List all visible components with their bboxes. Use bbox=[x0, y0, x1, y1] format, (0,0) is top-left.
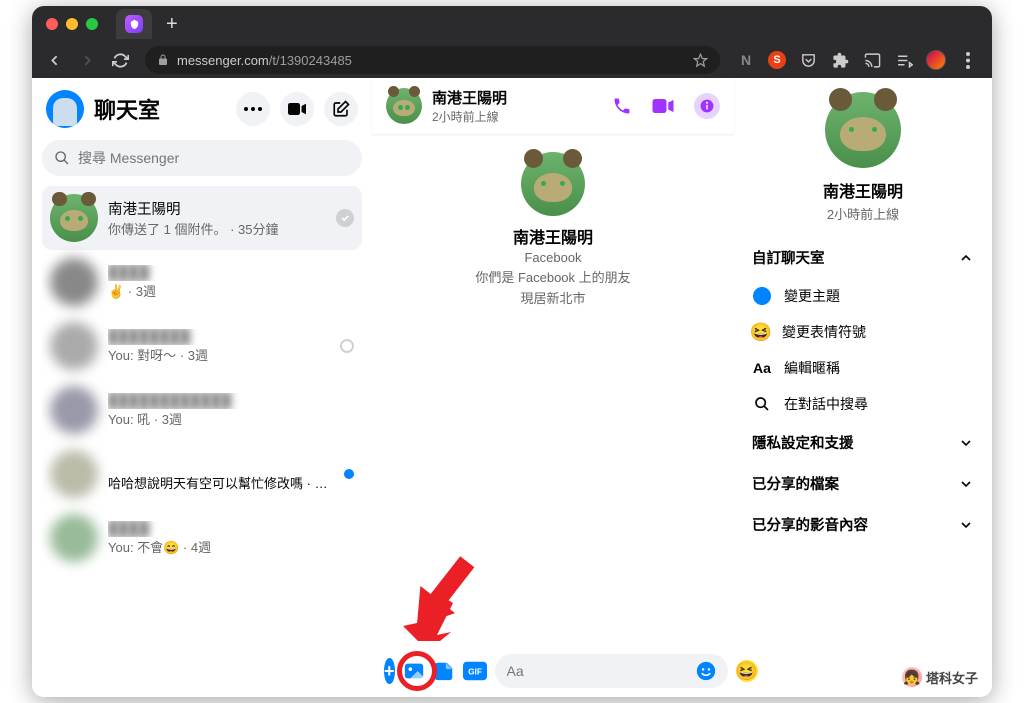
chat-name: ████████ bbox=[108, 329, 330, 345]
conversation-body: 南港王陽明 Facebook 你們是 Facebook 上的朋友 現居新北市 bbox=[372, 134, 734, 645]
chat-avatar bbox=[50, 322, 98, 370]
compose-button[interactable] bbox=[324, 92, 358, 126]
gif-icon[interactable]: GIF bbox=[463, 661, 487, 681]
sent-icon bbox=[340, 339, 354, 353]
cast-icon[interactable] bbox=[862, 50, 882, 70]
image-icon[interactable] bbox=[403, 660, 425, 682]
theme-icon bbox=[753, 287, 771, 305]
back-button[interactable] bbox=[46, 52, 63, 69]
chat-name: ████ bbox=[108, 521, 354, 537]
unread-dot bbox=[344, 469, 354, 479]
watermark: 👧 塔科女子 bbox=[902, 667, 978, 687]
sidebar-title: 聊天室 bbox=[94, 93, 226, 125]
chat-avatar bbox=[50, 514, 98, 562]
chat-name: ████████████ bbox=[108, 393, 354, 409]
message-input[interactable] bbox=[507, 663, 688, 679]
chat-list: 南港王陽明 你傳送了 1 個附件。 · 35分鐘 ████ ✌️ · 3週 █ bbox=[42, 186, 362, 689]
chat-preview: 哈哈想說明天有空可以幫忙修改嗎 · 4週 bbox=[108, 473, 334, 492]
details-avatar[interactable] bbox=[825, 92, 901, 168]
section-customize[interactable]: 自訂聊天室 bbox=[744, 237, 982, 278]
composer: + GIF bbox=[372, 645, 734, 697]
extensions-icon[interactable] bbox=[830, 50, 850, 70]
window-minimize[interactable] bbox=[66, 18, 78, 30]
section-files[interactable]: 已分享的檔案 bbox=[744, 463, 982, 504]
chat-name: 南港王陽明 bbox=[108, 198, 326, 219]
sidebar: 聊天室 南港王陽明 你傳送了 1 個附件。 · 35分鐘 bbox=[32, 78, 372, 697]
chat-item[interactable]: 南港王陽明 你傳送了 1 個附件。 · 35分鐘 bbox=[42, 186, 362, 250]
window-maximize[interactable] bbox=[86, 18, 98, 30]
conversation-header: 南港王陽明 2小時前上線 bbox=[372, 78, 734, 134]
details-panel: 南港王陽明 2小時前上線 自訂聊天室 變更主題 變更表情符號 Aa 編輯暱稱 bbox=[734, 78, 992, 697]
search-icon bbox=[752, 396, 772, 412]
profile-avatar-icon[interactable] bbox=[926, 50, 946, 70]
reaction-emoji[interactable] bbox=[736, 660, 758, 682]
sticker-icon[interactable] bbox=[433, 660, 455, 682]
chat-item[interactable]: ████████ You: 對呀～ · 3週 bbox=[42, 314, 362, 378]
window-close[interactable] bbox=[46, 18, 58, 30]
change-theme[interactable]: 變更主題 bbox=[744, 278, 982, 314]
chat-preview: 你傳送了 1 個附件。 · 35分鐘 bbox=[108, 219, 326, 238]
emoji-picker-icon[interactable] bbox=[696, 661, 716, 681]
chat-avatar bbox=[50, 450, 98, 498]
chat-item[interactable]: ████ ✌️ · 3週 bbox=[42, 250, 362, 314]
conv-profile-sub3: 現居新北市 bbox=[520, 288, 585, 307]
video-button[interactable] bbox=[652, 99, 674, 113]
browser-chrome: + messenger.com/t/1390243485 N S bbox=[32, 6, 992, 78]
change-emoji[interactable]: 變更表情符號 bbox=[744, 314, 982, 350]
extension-s-icon[interactable]: S bbox=[768, 51, 786, 69]
section-media[interactable]: 已分享的影音內容 bbox=[744, 504, 982, 545]
chat-preview: You: 吼 · 3週 bbox=[108, 409, 354, 428]
url-bar[interactable]: messenger.com/t/1390243485 bbox=[145, 46, 720, 74]
call-button[interactable] bbox=[612, 96, 632, 116]
details-status: 2小時前上線 bbox=[827, 204, 899, 223]
conv-profile-sub1: Facebook bbox=[524, 250, 581, 265]
url-text: messenger.com/t/1390243485 bbox=[177, 53, 352, 68]
star-icon[interactable] bbox=[693, 53, 708, 68]
conv-name: 南港王陽明 bbox=[432, 87, 602, 108]
search-input[interactable] bbox=[78, 150, 350, 166]
conv-profile-avatar[interactable] bbox=[521, 152, 585, 216]
section-privacy[interactable]: 隱私設定和支援 bbox=[744, 422, 982, 463]
chat-avatar bbox=[50, 386, 98, 434]
conversation: 南港王陽明 2小時前上線 南港王陽明 Facebook 你們是 Facebook… bbox=[372, 78, 734, 697]
chat-preview: You: 對呀～ · 3週 bbox=[108, 345, 330, 364]
playlist-icon[interactable] bbox=[894, 50, 914, 70]
chat-name bbox=[108, 457, 334, 473]
add-button[interactable]: + bbox=[384, 658, 395, 684]
conv-status: 2小時前上線 bbox=[432, 108, 602, 125]
svg-text:GIF: GIF bbox=[468, 667, 482, 677]
message-input-wrap[interactable] bbox=[495, 654, 728, 688]
chat-item[interactable]: ████████████ You: 吼 · 3週 bbox=[42, 378, 362, 442]
video-room-button[interactable] bbox=[280, 92, 314, 126]
chat-name: ████ bbox=[108, 265, 354, 281]
details-name: 南港王陽明 bbox=[823, 178, 903, 202]
pocket-icon[interactable] bbox=[798, 50, 818, 70]
chat-item[interactable]: 哈哈想說明天有空可以幫忙修改嗎 · 4週 bbox=[42, 442, 362, 506]
delivered-icon bbox=[336, 209, 354, 227]
emoji-icon bbox=[752, 323, 770, 341]
reload-button[interactable] bbox=[112, 52, 129, 69]
extension-icon[interactable]: N bbox=[736, 50, 756, 70]
browser-tab[interactable] bbox=[116, 9, 152, 39]
conv-avatar[interactable] bbox=[386, 88, 422, 124]
search-bar[interactable] bbox=[42, 140, 362, 176]
new-tab-button[interactable]: + bbox=[166, 13, 178, 36]
aa-icon: Aa bbox=[752, 360, 772, 376]
my-avatar[interactable] bbox=[46, 90, 84, 128]
chat-preview: ✌️ · 3週 bbox=[108, 281, 354, 300]
edit-nickname[interactable]: Aa 編輯暱稱 bbox=[744, 350, 982, 386]
forward-button bbox=[79, 52, 96, 69]
more-button[interactable] bbox=[236, 92, 270, 126]
search-in-conversation[interactable]: 在對話中搜尋 bbox=[744, 386, 982, 422]
conv-profile-sub2: 你們是 Facebook 上的朋友 bbox=[475, 267, 630, 286]
menu-icon[interactable] bbox=[958, 50, 978, 70]
info-button[interactable] bbox=[694, 93, 720, 119]
chat-item[interactable]: ████ You: 不會😄 · 4週 bbox=[42, 506, 362, 570]
chat-avatar bbox=[50, 194, 98, 242]
chat-avatar bbox=[50, 258, 98, 306]
conv-profile-name: 南港王陽明 bbox=[513, 224, 593, 248]
chat-preview: You: 不會😄 · 4週 bbox=[108, 537, 354, 556]
